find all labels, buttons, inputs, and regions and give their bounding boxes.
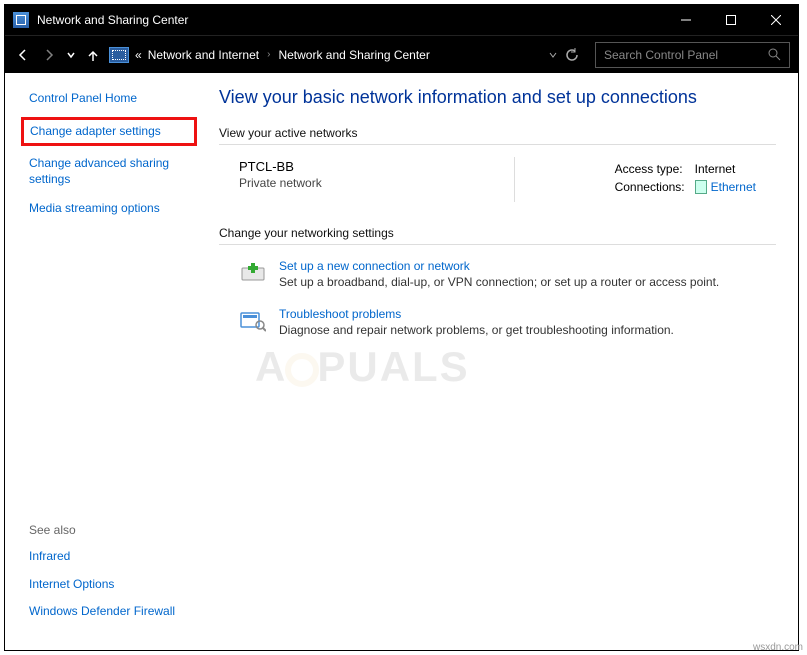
search-icon <box>768 48 781 61</box>
chevron-right-icon: › <box>267 49 270 60</box>
network-type: Private network <box>239 176 322 190</box>
setup-connection-link[interactable]: Set up a new connection or network <box>279 259 470 273</box>
app-icon <box>13 12 29 28</box>
see-also-section: See also Infrared Internet Options Windo… <box>29 523 175 632</box>
sidebar-home-link[interactable]: Control Panel Home <box>29 91 193 107</box>
titlebar: Network and Sharing Center <box>5 5 798 35</box>
divider <box>219 144 776 145</box>
sidebar-media-link[interactable]: Media streaming options <box>29 201 193 217</box>
see-also-firewall[interactable]: Windows Defender Firewall <box>29 604 175 620</box>
sidebar-adapter-link[interactable]: Change adapter settings <box>21 117 197 147</box>
access-type-value: Internet <box>695 161 764 177</box>
troubleshoot-desc: Diagnose and repair network problems, or… <box>279 323 674 337</box>
breadcrumb-parent[interactable]: Network and Internet <box>148 48 259 62</box>
chevron-down-icon <box>549 51 557 59</box>
access-type-label: Access type: <box>615 161 693 177</box>
window-title: Network and Sharing Center <box>37 13 663 27</box>
troubleshoot-item: Troubleshoot problems Diagnose and repai… <box>239 307 776 337</box>
window-frame: Network and Sharing Center « Network and… <box>4 4 799 651</box>
forward-button[interactable] <box>39 45 59 65</box>
troubleshoot-link[interactable]: Troubleshoot problems <box>279 307 401 321</box>
setup-connection-desc: Set up a broadband, dial-up, or VPN conn… <box>279 275 719 289</box>
network-name: PTCL-BB <box>239 159 322 174</box>
network-identity: PTCL-BB Private network <box>239 159 322 198</box>
see-also-infrared[interactable]: Infrared <box>29 549 175 565</box>
address-dropdown[interactable] <box>549 48 579 62</box>
maximize-button[interactable] <box>708 5 753 35</box>
minimize-button[interactable] <box>663 5 708 35</box>
troubleshoot-icon <box>239 307 267 335</box>
page-title: View your basic network information and … <box>219 87 776 108</box>
sidebar-advanced-link[interactable]: Change advanced sharing settings <box>29 156 193 187</box>
search-placeholder: Search Control Panel <box>604 48 718 62</box>
active-network-row: PTCL-BB Private network Access type: Int… <box>239 159 776 198</box>
watermark: APUALS <box>255 343 470 391</box>
recent-dropdown-icon[interactable] <box>65 45 77 65</box>
see-also-inet-options[interactable]: Internet Options <box>29 577 175 593</box>
active-networks-header: View your active networks <box>219 126 776 140</box>
connections-label: Connections: <box>615 179 693 196</box>
change-settings-header: Change your networking settings <box>219 226 776 240</box>
close-button[interactable] <box>753 5 798 35</box>
setup-connection-item: Set up a new connection or network Set u… <box>239 259 776 289</box>
network-details: Access type: Internet Connections: Ether… <box>613 159 766 198</box>
up-button[interactable] <box>83 45 103 65</box>
body: Control Panel Home Change adapter settin… <box>5 73 798 650</box>
settings-list: Set up a new connection or network Set u… <box>239 259 776 337</box>
sidebar: Control Panel Home Change adapter settin… <box>5 73 205 650</box>
breadcrumb-current[interactable]: Network and Sharing Center <box>278 48 429 62</box>
location-icon <box>109 47 129 63</box>
breadcrumb-prefix: « <box>135 48 142 62</box>
setup-connection-icon <box>239 259 267 287</box>
refresh-icon[interactable] <box>565 48 579 62</box>
divider <box>219 244 776 245</box>
vertical-divider <box>514 157 515 202</box>
see-also-header: See also <box>29 523 175 537</box>
ethernet-icon <box>695 180 707 194</box>
search-input[interactable]: Search Control Panel <box>595 42 790 68</box>
connection-link[interactable]: Ethernet <box>711 180 756 194</box>
footer-credit: wsxdn.com <box>753 642 803 653</box>
back-button[interactable] <box>13 45 33 65</box>
main-panel: View your basic network information and … <box>205 73 798 650</box>
navbar: « Network and Internet › Network and Sha… <box>5 35 798 73</box>
